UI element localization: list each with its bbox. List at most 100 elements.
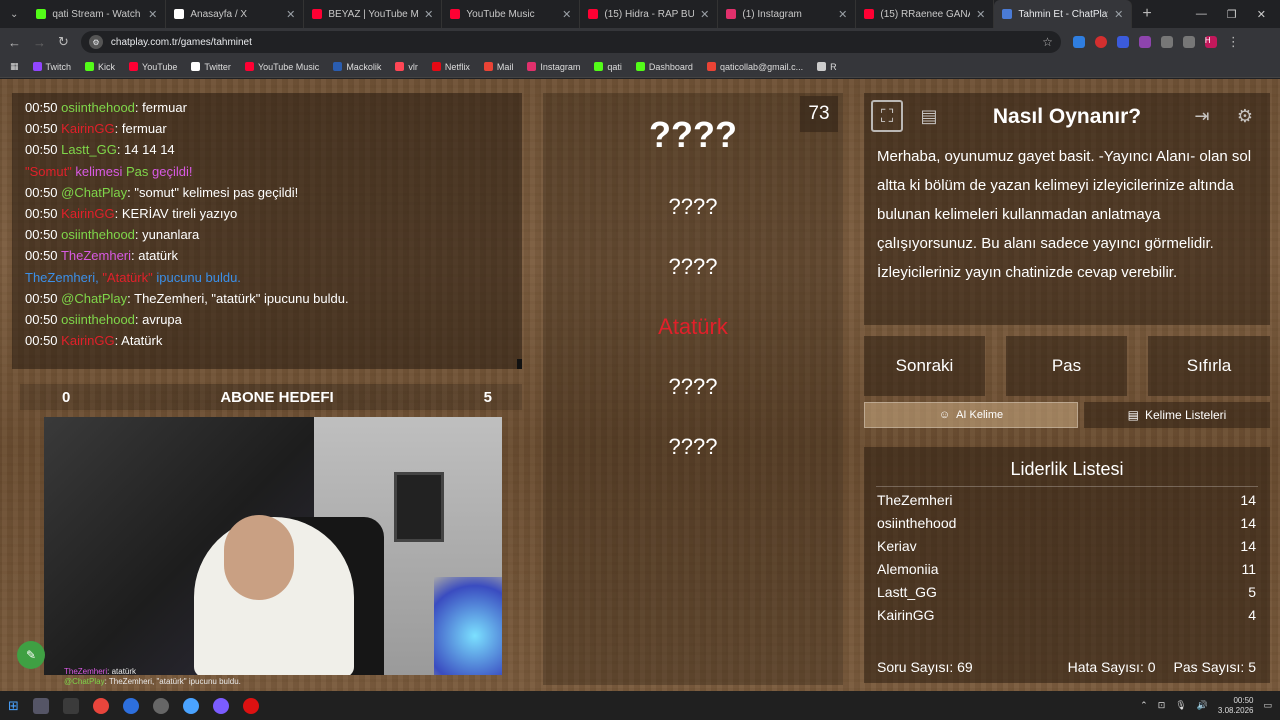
restore-icon[interactable]: ❐ bbox=[1227, 8, 1237, 21]
tab-close-icon[interactable]: ✕ bbox=[976, 8, 985, 21]
hidden-clue: ???? bbox=[668, 374, 718, 399]
reading-list-icon[interactable] bbox=[1182, 36, 1195, 48]
reload-icon[interactable]: ↻ bbox=[58, 34, 69, 50]
player-score: 4 bbox=[1248, 607, 1256, 623]
browser-tab[interactable]: (1) Instagram ✕ bbox=[718, 0, 857, 28]
app-icon[interactable] bbox=[182, 697, 199, 714]
forward-icon[interactable]: → bbox=[33, 35, 46, 50]
notification-icon[interactable]: ▭ bbox=[1263, 700, 1272, 711]
player-score: 14 bbox=[1240, 515, 1256, 531]
chat-username[interactable]: osiinthehood bbox=[61, 100, 135, 115]
extension-icon[interactable] bbox=[1116, 36, 1129, 48]
bookmark-item[interactable]: Twitch bbox=[32, 62, 71, 72]
windows-start-icon[interactable]: ⊞ bbox=[8, 698, 19, 714]
chat-timestamp: 00:50 bbox=[25, 311, 58, 327]
tab-search-icon[interactable]: ⌄ bbox=[0, 9, 28, 20]
volume-icon[interactable]: 🔊 bbox=[1197, 700, 1208, 711]
system-tray: ⌃ ⊡ 🎙 🔊 00:50 3.08.2026 ▭ bbox=[1140, 696, 1272, 716]
app-icon[interactable] bbox=[152, 697, 169, 714]
bookmark-favicon-icon bbox=[431, 62, 441, 71]
tab-favicon-icon bbox=[588, 9, 599, 19]
chat-username[interactable]: KairinGG bbox=[61, 121, 114, 136]
chatplay-logo-icon: ✎ bbox=[17, 641, 45, 669]
bookmark-item[interactable]: vlr bbox=[395, 62, 418, 72]
bookmark-item[interactable]: R bbox=[817, 62, 837, 72]
leaderboard-row: Lastt_GG 5 bbox=[864, 581, 1270, 604]
bookmark-item[interactable]: Mail bbox=[483, 62, 513, 72]
bookmark-item[interactable]: Instagram bbox=[527, 62, 580, 72]
app-icon[interactable] bbox=[122, 697, 139, 714]
extension-icon[interactable] bbox=[1072, 36, 1085, 48]
browser-tab[interactable]: BEYAZ | YouTube Mus ✕ bbox=[304, 0, 443, 28]
tab-close-icon[interactable]: ✕ bbox=[700, 8, 709, 21]
bookmark-item[interactable]: qaticollab@gmail.c... bbox=[706, 62, 803, 72]
chat-username[interactable]: osiinthehood bbox=[61, 227, 135, 242]
app-icon[interactable] bbox=[62, 697, 79, 714]
back-icon[interactable]: ← bbox=[8, 35, 21, 50]
browser-tab[interactable]: (15) Hidra - RAP BU BEYL ✕ bbox=[580, 0, 719, 28]
chat-username[interactable]: osiinthehood bbox=[61, 312, 135, 327]
browser-tab[interactable]: YouTube Music ✕ bbox=[442, 0, 581, 28]
mic-icon[interactable]: 🎙 bbox=[1175, 700, 1186, 711]
browser-tab[interactable]: Tahmin Et - ChatPlay ✕ bbox=[994, 0, 1133, 28]
ai-word-button[interactable]: ☺ AI Kelime bbox=[864, 402, 1078, 428]
tab-close-icon[interactable]: ✕ bbox=[562, 8, 571, 21]
obs-icon[interactable] bbox=[32, 697, 49, 714]
apps-grid-icon[interactable]: ▦ bbox=[10, 61, 19, 72]
bookmark-item[interactable]: qati bbox=[594, 62, 622, 72]
site-info-icon[interactable]: ⚙ bbox=[88, 35, 103, 49]
network-icon[interactable]: ⊡ bbox=[1158, 700, 1166, 711]
chat-username[interactable]: KairinGG bbox=[61, 333, 114, 348]
minimize-icon[interactable]: — bbox=[1196, 8, 1207, 21]
bookmark-item[interactable]: Netflix bbox=[431, 62, 470, 72]
bookmark-star-icon[interactable]: ☆ bbox=[1042, 35, 1053, 49]
tab-close-icon[interactable]: ✕ bbox=[148, 8, 157, 21]
chat-system-part: ipucunu buldu. bbox=[152, 269, 241, 285]
next-button[interactable]: Sonraki bbox=[864, 336, 985, 396]
bookmark-item[interactable]: Twitter bbox=[191, 62, 231, 72]
player-score: 5 bbox=[1248, 584, 1256, 600]
chat-username[interactable]: KairinGG bbox=[61, 206, 114, 221]
leaderboard-list[interactable]: TheZemheri 14 osiinthehood 14 Keriav 14 Alemon… bbox=[864, 487, 1270, 627]
tray-chevron-icon[interactable]: ⌃ bbox=[1140, 700, 1148, 711]
bookmark-item[interactable]: YouTube Music bbox=[244, 62, 319, 72]
reset-button[interactable]: Sıfırla bbox=[1148, 336, 1270, 396]
app-icon[interactable] bbox=[242, 697, 259, 714]
chat-system-part: Pas bbox=[126, 163, 149, 179]
tab-close-icon[interactable]: ✕ bbox=[1114, 8, 1123, 21]
bookmark-item[interactable]: Mackolik bbox=[333, 62, 381, 72]
close-window-icon[interactable]: ✕ bbox=[1257, 8, 1266, 21]
chrome-icon[interactable] bbox=[92, 697, 109, 714]
app-icon[interactable] bbox=[212, 697, 229, 714]
bookmark-item[interactable]: YouTube bbox=[129, 62, 177, 72]
chat-username[interactable]: @ChatPlay bbox=[61, 185, 127, 200]
browser-tab[interactable]: Anasayfa / X ✕ bbox=[166, 0, 305, 28]
browser-tab[interactable]: (15) RRaenee GANALİNİ ✕ bbox=[856, 0, 995, 28]
address-bar[interactable]: ⚙ chatplay.com.tr/games/tahminet ☆ bbox=[80, 31, 1061, 53]
chat-scrollbar[interactable] bbox=[517, 359, 522, 369]
bookmark-item[interactable]: Kick bbox=[85, 62, 115, 72]
word-lists-button[interactable]: ▤ Kelime Listeleri bbox=[1084, 402, 1270, 428]
tab-close-icon[interactable]: ✕ bbox=[286, 8, 295, 21]
profile-avatar[interactable]: H bbox=[1204, 36, 1217, 48]
chat-text: TheZemheri, "atatürk" ipucunu buldu. bbox=[134, 290, 349, 306]
player-name: osiinthehood bbox=[877, 515, 957, 531]
browser-tab-bar: ⌄ qati Stream - Watch Live ✕ Anasayfa / X ✕… bbox=[0, 0, 1280, 28]
chat-message: 00:50 osiinthehood: fermuar bbox=[12, 97, 522, 118]
extension-icon[interactable] bbox=[1138, 36, 1151, 48]
chat-username[interactable]: @ChatPlay bbox=[61, 291, 127, 306]
tab-close-icon[interactable]: ✕ bbox=[424, 8, 433, 21]
new-tab-button[interactable]: + bbox=[1132, 5, 1161, 23]
chat-system-part: "Atatürk" bbox=[102, 269, 153, 285]
extension-icon[interactable] bbox=[1094, 36, 1107, 48]
system-clock[interactable]: 00:50 3.08.2026 bbox=[1218, 696, 1254, 716]
browser-tab[interactable]: qati Stream - Watch Live ✕ bbox=[28, 0, 167, 28]
leaderboard-row: TheZemheri 14 bbox=[864, 489, 1270, 512]
pass-button[interactable]: Pas bbox=[1006, 336, 1127, 396]
bookmark-item[interactable]: Dashboard bbox=[635, 62, 693, 72]
puzzle-icon[interactable] bbox=[1160, 36, 1173, 48]
tab-close-icon[interactable]: ✕ bbox=[838, 8, 847, 21]
chat-username[interactable]: TheZemheri bbox=[61, 248, 131, 263]
chat-username[interactable]: Lastt_GG bbox=[61, 142, 117, 157]
menu-dots-icon[interactable]: ⋮ bbox=[1227, 34, 1240, 50]
